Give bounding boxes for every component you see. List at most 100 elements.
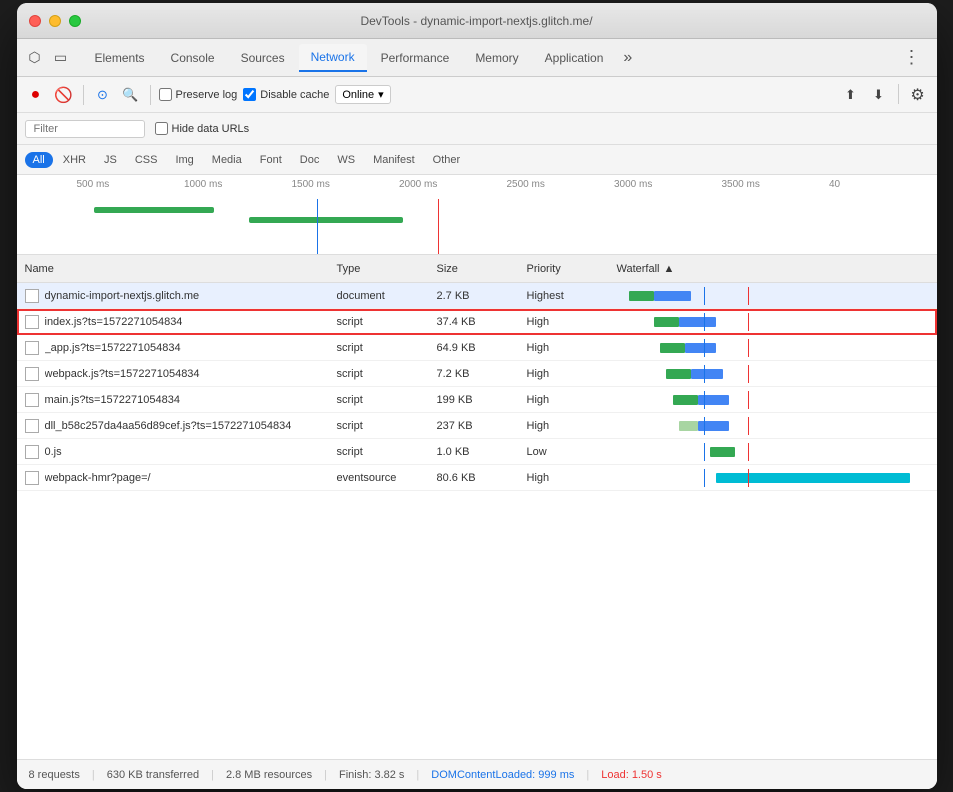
tab-network[interactable]: Network [299,44,367,72]
table-row[interactable]: index.js?ts=1572271054834 script 37.4 KB… [17,309,937,335]
row-size: 237 KB [437,420,527,432]
tl-40: 40 [829,179,937,190]
row-file-icon [25,315,39,329]
type-filter-img[interactable]: Img [167,152,201,168]
col-type[interactable]: Type [337,263,437,275]
row-priority: High [527,472,617,484]
maximize-button[interactable] [69,15,81,27]
row-priority: Highest [527,290,617,302]
record-button[interactable]: ● [25,84,47,106]
cursor-icon[interactable]: ⬡ [25,48,45,68]
row-size: 199 KB [437,394,527,406]
tl-1500: 1500 ms [292,179,400,190]
row-name: dll_b58c257da4aa56d89cef.js?ts=157227105… [25,419,337,433]
col-size[interactable]: Size [437,263,527,275]
settings-icon[interactable]: ⚙ [907,84,929,106]
preserve-log-checkbox[interactable]: Preserve log [159,88,238,101]
row-name-text: index.js?ts=1572271054834 [45,316,183,328]
row-waterfall [617,365,929,383]
row-size: 37.4 KB [437,316,527,328]
tab-memory[interactable]: Memory [463,45,530,71]
row-size: 64.9 KB [437,342,527,354]
tab-console[interactable]: Console [159,45,227,71]
title-bar: DevTools - dynamic-import-nextjs.glitch.… [17,3,937,39]
table-row[interactable]: webpack-hmr?page=/ eventsource 80.6 KB H… [17,465,937,491]
type-filter-ws[interactable]: WS [329,152,363,168]
row-size: 80.6 KB [437,472,527,484]
row-waterfall [617,469,929,487]
type-filter-xhr[interactable]: XHR [55,152,94,168]
row-name-text: main.js?ts=1572271054834 [45,394,180,406]
type-filter-bar: All XHR JS CSS Img Media Font Doc WS Man… [17,145,937,175]
tab-sources[interactable]: Sources [229,45,297,71]
minimize-button[interactable] [49,15,61,27]
row-size: 1.0 KB [437,446,527,458]
tl-2000: 2000 ms [399,179,507,190]
more-tabs-button[interactable]: » [617,49,638,67]
row-priority: High [527,368,617,380]
table-row[interactable]: _app.js?ts=1572271054834 script 64.9 KB … [17,335,937,361]
export-icon[interactable]: ⬇ [868,84,890,106]
table-row[interactable]: dynamic-import-nextjs.glitch.me document… [17,283,937,309]
type-filter-manifest[interactable]: Manifest [365,152,423,168]
table-row[interactable]: main.js?ts=1572271054834 script 199 KB H… [17,387,937,413]
col-waterfall[interactable]: Waterfall ▲ [617,263,929,275]
disable-cache-checkbox[interactable]: Disable cache [243,88,329,101]
hide-data-urls-input[interactable] [155,122,168,135]
tl-3000: 3000 ms [614,179,722,190]
type-filter-media[interactable]: Media [204,152,250,168]
row-type: script [337,342,437,354]
row-size: 2.7 KB [437,290,527,302]
row-file-icon [25,419,39,433]
row-type: script [337,394,437,406]
status-load: Load: 1.50 s [601,769,662,781]
disable-cache-input[interactable] [243,88,256,101]
preserve-log-label: Preserve log [176,89,238,101]
col-priority[interactable]: Priority [527,263,617,275]
row-name-text: _app.js?ts=1572271054834 [45,342,181,354]
row-file-icon [25,341,39,355]
row-name: dynamic-import-nextjs.glitch.me [25,289,337,303]
type-filter-js[interactable]: JS [96,152,125,168]
status-bar: 8 requests | 630 KB transferred | 2.8 MB… [17,759,937,789]
row-name: 0.js [25,445,337,459]
filter-input[interactable] [25,120,145,138]
device-icon[interactable]: ▭ [51,48,71,68]
type-filter-all[interactable]: All [25,152,53,168]
devtools-menu-button[interactable]: ⋮ [895,47,929,68]
table-row[interactable]: dll_b58c257da4aa56d89cef.js?ts=157227105… [17,413,937,439]
nav-icons: ⬡ ▭ [25,48,71,68]
row-waterfall [617,443,929,461]
search-icon[interactable]: 🔍 [120,84,142,106]
tab-application[interactable]: Application [533,45,616,71]
preserve-log-input[interactable] [159,88,172,101]
filter-bar: Hide data URLs [17,113,937,145]
import-icon[interactable]: ⬆ [840,84,862,106]
type-filter-font[interactable]: Font [252,152,290,168]
row-name-text: dynamic-import-nextjs.glitch.me [45,290,200,302]
type-filter-doc[interactable]: Doc [292,152,328,168]
tab-performance[interactable]: Performance [369,45,462,71]
close-button[interactable] [29,15,41,27]
row-name: main.js?ts=1572271054834 [25,393,337,407]
col-name[interactable]: Name [25,263,337,275]
type-filter-other[interactable]: Other [425,152,469,168]
tab-elements[interactable]: Elements [83,45,157,71]
row-priority: Low [527,446,617,458]
row-file-icon [25,445,39,459]
hide-data-urls-checkbox[interactable]: Hide data URLs [155,122,250,135]
filter-icon[interactable]: ⊙ [92,84,114,106]
throttle-select[interactable]: Online ▾ [335,85,390,104]
type-filter-css[interactable]: CSS [127,152,166,168]
row-file-icon [25,471,39,485]
table-header: Name Type Size Priority Waterfall ▲ [17,255,937,283]
table-row[interactable]: 0.js script 1.0 KB Low [17,439,937,465]
toolbar-separator-1 [83,85,84,105]
tl-2500: 2500 ms [507,179,615,190]
table-row[interactable]: webpack.js?ts=1572271054834 script 7.2 K… [17,361,937,387]
clear-button[interactable]: 🚫 [53,84,75,106]
tl-1000: 1000 ms [184,179,292,190]
row-waterfall [617,287,929,305]
disable-cache-label: Disable cache [260,89,329,101]
row-type: script [337,420,437,432]
